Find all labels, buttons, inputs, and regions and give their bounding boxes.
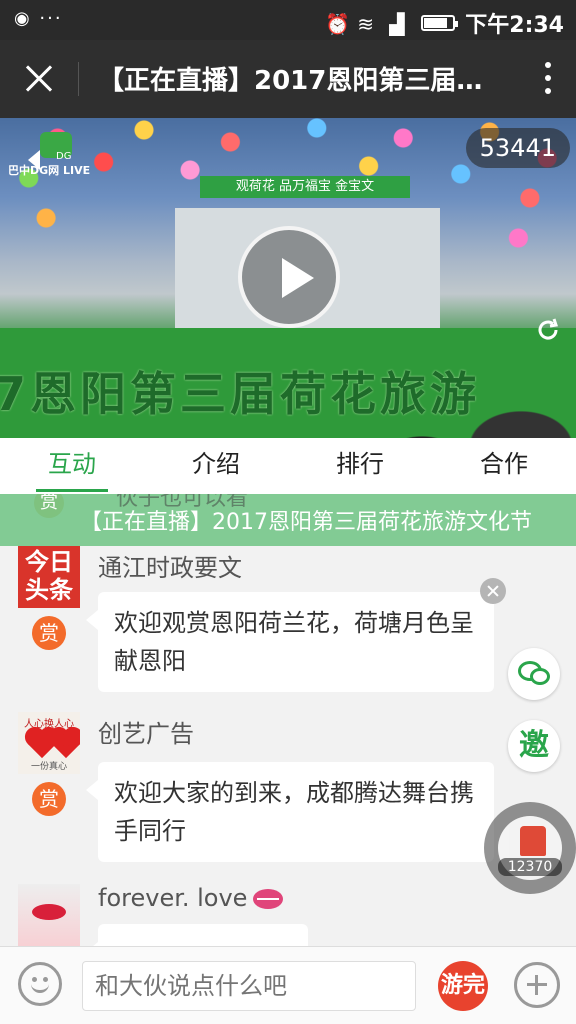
wechat-icon	[530, 668, 550, 685]
app-header: 【正在直播】2017恩阳第三届荷花旅游文化节	[0, 40, 576, 118]
chat-list[interactable]: 今日头条 赏 通江时政要文 欢迎观赏恩阳荷兰花，荷塘月色呈献恩阳 人心换人心 一…	[0, 546, 576, 946]
play-icon[interactable]	[238, 226, 340, 328]
username: forever. love	[98, 884, 284, 912]
thumbs-up-icon	[520, 826, 546, 856]
emoji-icon[interactable]	[18, 962, 62, 1006]
logo-text: 巴中DG网 LIVE	[8, 164, 91, 177]
alarm-icon: ⏰	[325, 12, 351, 36]
gift-button[interactable]: 游完	[438, 961, 488, 1011]
scrolling-announcement: 赏 伙子也可以看 【正在直播】2017恩阳第三届荷花旅游文化节	[0, 494, 576, 546]
status-bar: ◉ ··· ⏰ ≋ ▟ 下午2:34	[0, 0, 576, 40]
message-text: 欢迎大家的到来，成都腾达舞台携手同行	[114, 779, 474, 845]
avatar-caption: 一份真心	[30, 762, 67, 772]
logo-badge: DG	[28, 132, 72, 170]
wechat-share-button[interactable]	[508, 648, 560, 700]
signal-icon: ▟	[389, 12, 405, 36]
refresh-icon[interactable]	[534, 316, 562, 344]
message-bubble: 欢迎观赏恩阳荷兰花，荷塘月色呈献恩阳	[86, 592, 494, 692]
plus-icon[interactable]	[514, 962, 560, 1008]
crowd-silhouette	[356, 398, 576, 438]
like-count: 12370	[498, 858, 562, 876]
page-title: 【正在直播】2017恩阳第三届荷花旅游文化节	[98, 66, 508, 96]
status-time: 下午2:34	[465, 13, 564, 38]
lips-badge-icon	[253, 889, 284, 909]
close-icon[interactable]	[18, 58, 60, 100]
comment-bar: 游完	[0, 946, 576, 1024]
avatar[interactable]: 今日头条	[18, 546, 80, 608]
message-bubble	[86, 924, 308, 946]
avatar[interactable]: 人心换人心 一份真心	[18, 712, 80, 774]
close-icon[interactable]	[480, 578, 506, 604]
status-left-icons: ◉ ···	[14, 8, 63, 29]
invite-label: 邀	[519, 728, 549, 763]
stage-banner: 观荷花 品万福宝 金宝文	[200, 176, 410, 198]
reward-icon[interactable]: 赏	[32, 616, 66, 650]
tab-bar: 互动 介绍 排行 合作	[0, 438, 576, 494]
battery-icon	[421, 15, 459, 31]
more-menu-icon[interactable]	[542, 62, 554, 98]
wifi-icon: ≋	[357, 12, 375, 36]
username-text: forever. love	[98, 884, 248, 912]
heart-icon	[51, 729, 80, 759]
username: 通江时政要文	[98, 554, 242, 582]
avatar[interactable]	[18, 884, 80, 946]
tab-ranking[interactable]: 排行	[288, 438, 432, 494]
live-video-player[interactable]: 观荷花 品万福宝 金宝文 7恩阳第三届荷花旅游 DG 巴中DG网 LIVE 53…	[0, 118, 576, 438]
reward-icon[interactable]: 赏	[32, 782, 66, 816]
like-button[interactable]: 12370	[484, 802, 576, 894]
lips-image	[32, 904, 66, 920]
invite-button[interactable]: 邀	[508, 720, 560, 772]
message-text: 欢迎观赏恩阳荷兰花，荷塘月色呈献恩阳	[114, 609, 474, 675]
tab-intro[interactable]: 介绍	[144, 438, 288, 494]
comment-input[interactable]	[82, 961, 416, 1011]
channel-logo: DG 巴中DG网 LIVE	[8, 130, 108, 182]
username: 创艺广告	[98, 720, 194, 748]
tab-cooperation[interactable]: 合作	[432, 438, 576, 494]
reward-badge-partial: 赏	[34, 494, 64, 518]
header-divider	[78, 62, 79, 96]
status-right: ⏰ ≋ ▟ 下午2:34	[325, 7, 564, 39]
message-bubble: 欢迎大家的到来，成都腾达舞台携手同行	[86, 762, 494, 862]
announcement-text: 【正在直播】2017恩阳第三届荷花旅游文化节	[80, 510, 532, 535]
viewer-count: 53441	[465, 128, 570, 168]
tab-interact[interactable]: 互动	[0, 438, 144, 494]
